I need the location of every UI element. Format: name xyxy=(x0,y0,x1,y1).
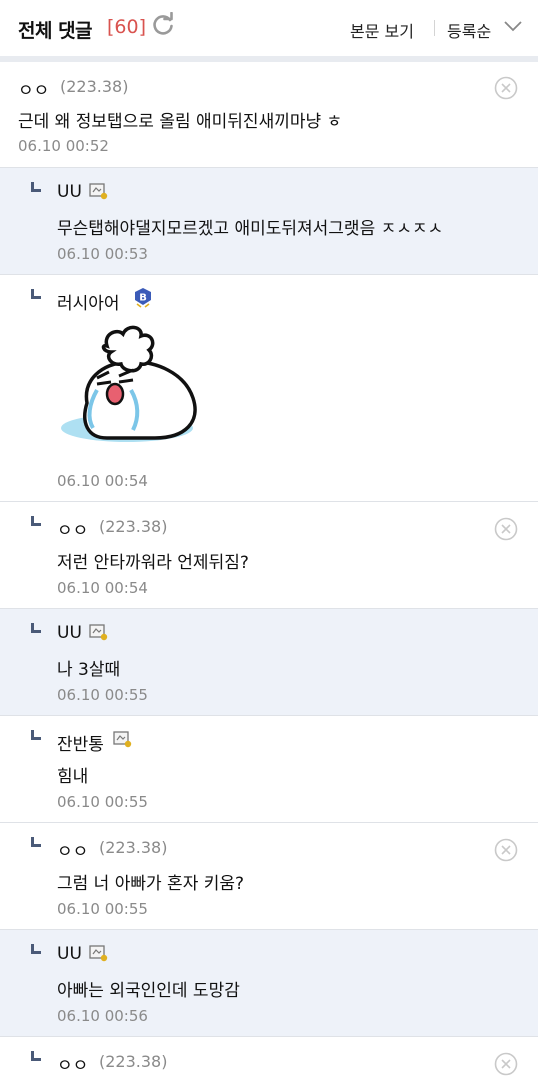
reply-arrow-icon xyxy=(31,837,41,847)
reply-item: UU 무슨탭해야댈지모르겠고 애미도뒤져서그랫음 ㅈㅅㅈㅅ 06.10 00:5… xyxy=(0,168,538,275)
comment-author[interactable]: ㅇㅇ xyxy=(57,837,88,862)
fixed-nick-badge-icon xyxy=(89,624,108,641)
comment-author[interactable]: 러시아어 xyxy=(57,289,120,314)
comment-text: 힘내 xyxy=(57,767,89,787)
reply-item: UU 나 3살때 06.10 00:55 xyxy=(0,609,538,716)
reply-arrow-icon xyxy=(31,1051,41,1061)
comment-time: 06.10 00:55 xyxy=(57,793,148,811)
reply-item: 러시아어 B 06.10 00:54 xyxy=(0,275,538,502)
comment-ip: (223.38) xyxy=(99,517,168,536)
comment-text: 그럼 너 아빠가 혼자 키움? xyxy=(57,874,245,894)
sort-order-button[interactable]: 등록순 xyxy=(447,18,491,42)
delete-icon[interactable] xyxy=(494,76,518,100)
comment-text: 나 3살때 xyxy=(57,660,121,680)
comments-header: 전체 댓글 [60] 본문 보기 등록순 xyxy=(0,0,538,56)
comment-author[interactable]: UU xyxy=(57,182,82,202)
chevron-down-icon[interactable] xyxy=(503,18,523,34)
fixed-nick-badge-icon xyxy=(113,731,132,748)
reply-arrow-icon xyxy=(31,289,41,299)
comment-item: ㅇㅇ (223.38) 근데 왜 정보탭으로 올림 애미뒤진새끼마냥 ㅎ 06.… xyxy=(0,62,538,168)
reply-arrow-icon xyxy=(31,516,41,526)
delete-icon[interactable] xyxy=(494,1052,518,1076)
reply-arrow-icon xyxy=(31,944,41,954)
reply-item: ㅇㅇ (223.38) 저런 안타까워라 언제뒤짐? 06.10 00:54 xyxy=(0,502,538,609)
comment-time: 06.10 00:55 xyxy=(57,900,148,918)
comment-ip: (223.38) xyxy=(99,838,168,857)
comment-author[interactable]: 잔반통 xyxy=(57,730,104,755)
comment-time: 06.10 00:54 xyxy=(57,472,148,490)
header-divider xyxy=(434,20,435,36)
refresh-icon[interactable] xyxy=(150,12,176,38)
reply-arrow-icon xyxy=(31,182,41,192)
svg-text:B: B xyxy=(139,293,147,304)
comment-time: 06.10 00:54 xyxy=(57,579,148,597)
comment-text: 근데 왜 정보탭으로 올림 애미뒤진새끼마냥 ㅎ xyxy=(18,112,343,132)
fixed-nick-badge-icon xyxy=(89,945,108,962)
comment-count: [60] xyxy=(107,16,147,38)
comment-time: 06.10 00:53 xyxy=(57,245,148,263)
comment-author[interactable]: ㅇㅇ xyxy=(57,1051,88,1076)
comment-text: 무슨탭해야댈지모르겠고 애미도뒤져서그랫음 ㅈㅅㅈㅅ xyxy=(57,219,444,239)
reply-item: ㅇㅇ (223.38) xyxy=(0,1037,538,1076)
fixed-nick-badge-icon xyxy=(89,183,108,200)
reply-arrow-icon xyxy=(31,623,41,633)
comment-time: 06.10 00:55 xyxy=(57,686,148,704)
comment-ip: (223.38) xyxy=(99,1052,168,1071)
comment-time: 06.10 00:52 xyxy=(18,137,109,155)
comment-author[interactable]: UU xyxy=(57,623,82,643)
delete-icon[interactable] xyxy=(494,517,518,541)
comment-author[interactable]: UU xyxy=(57,944,82,964)
comment-text: 아빠는 외국인인데 도망감 xyxy=(57,981,240,1001)
comment-author[interactable]: ㅇㅇ xyxy=(57,516,88,541)
reply-item: ㅇㅇ (223.38) 그럼 너 아빠가 혼자 키움? 06.10 00:55 xyxy=(0,823,538,930)
reply-item: 잔반통 힘내 06.10 00:55 xyxy=(0,716,538,823)
b-badge-icon: B xyxy=(135,288,151,308)
reply-item: UU 아빠는 외국인인데 도망감 06.10 00:56 xyxy=(0,930,538,1037)
delete-icon[interactable] xyxy=(494,838,518,862)
comments-title: 전체 댓글 xyxy=(18,20,93,42)
comment-author[interactable]: ㅇㅇ xyxy=(18,76,49,101)
view-body-button[interactable]: 본문 보기 xyxy=(350,18,414,42)
comment-ip: (223.38) xyxy=(60,77,129,96)
comment-text: 저런 안타까워라 언제뒤짐? xyxy=(57,553,249,573)
reply-arrow-icon xyxy=(31,730,41,740)
comment-time: 06.10 00:56 xyxy=(57,1007,148,1025)
crying-emoticon-image[interactable] xyxy=(57,318,207,468)
